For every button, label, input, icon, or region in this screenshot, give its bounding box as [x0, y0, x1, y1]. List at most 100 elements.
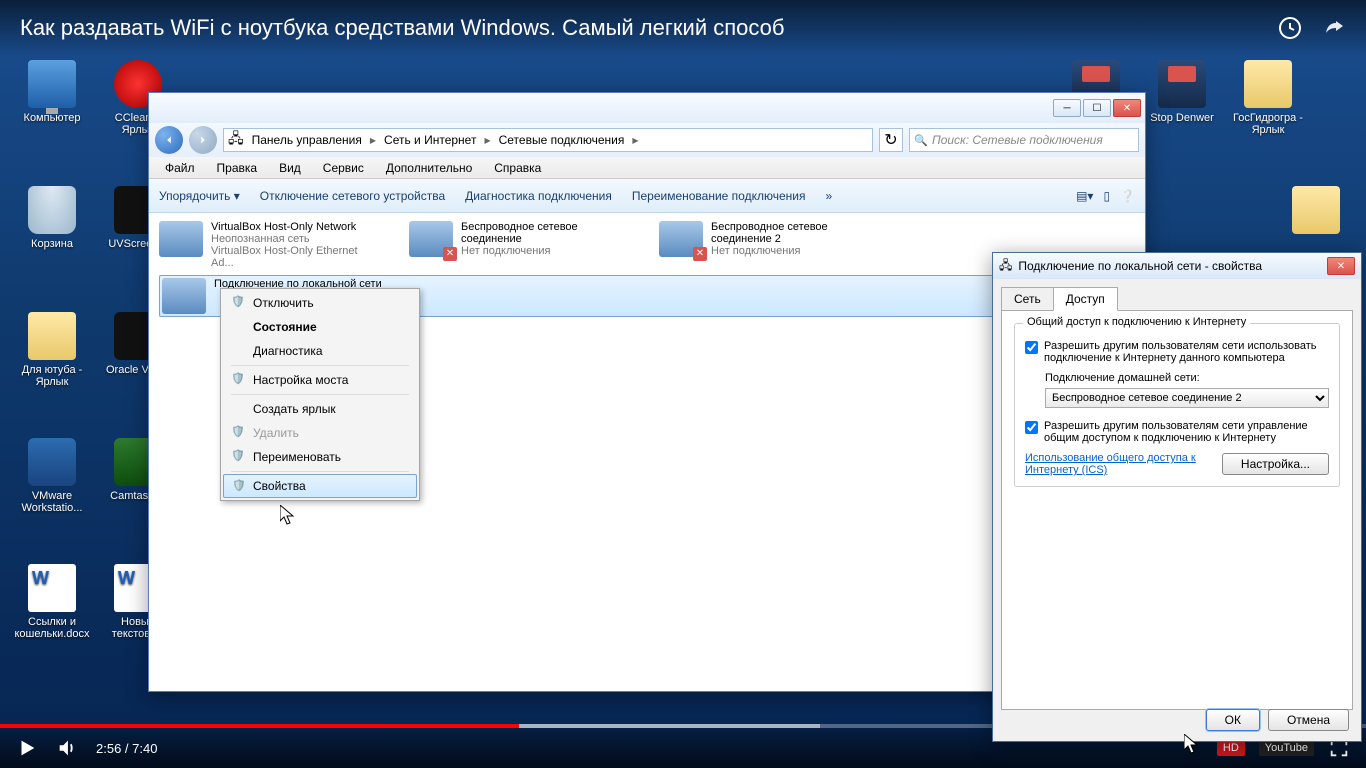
conn-title: VirtualBox Host-Only Network	[211, 221, 379, 233]
breadcrumb-item[interactable]: Сетевые подключения	[493, 129, 631, 151]
disable-device[interactable]: Отключение сетевого устройства	[260, 189, 445, 203]
view-options-icon[interactable]: ▤▾	[1076, 189, 1093, 203]
app-icon	[28, 312, 76, 360]
app-icon	[28, 60, 76, 108]
back-button[interactable]	[155, 126, 183, 154]
play-button[interactable]	[16, 737, 38, 759]
menu-file[interactable]: Файл	[155, 159, 205, 177]
shield-icon: 🛡️	[231, 449, 245, 462]
ok-button[interactable]: ОК	[1206, 709, 1260, 731]
context-menu-item[interactable]: Создать ярлык	[223, 397, 417, 421]
hd-badge[interactable]: HD	[1217, 740, 1245, 756]
desktop-icon[interactable]: Компьютер	[14, 60, 90, 124]
desktop-icon[interactable]: Ссылки и кошельки.docx	[14, 564, 90, 640]
app-icon	[28, 186, 76, 234]
volume-icon[interactable]	[56, 737, 78, 759]
search-input[interactable]: Поиск: Сетевые подключения	[909, 128, 1139, 152]
home-net-label: Подключение домашней сети:	[1045, 372, 1329, 384]
time-display: 2:56 / 7:40	[96, 741, 157, 756]
properties-dialog: 🖧 Подключение по локальной сети - свойст…	[992, 252, 1362, 742]
tabs: Сеть Доступ	[1001, 287, 1353, 311]
menu-view[interactable]: Вид	[269, 159, 311, 177]
preview-pane-icon[interactable]: ▯	[1103, 189, 1110, 203]
dialog-title: Подключение по локальной сети - свойства	[1018, 259, 1262, 273]
dialog-titlebar: 🖧 Подключение по локальной сети - свойст…	[993, 253, 1361, 279]
refresh-button[interactable]: ↻	[879, 128, 903, 152]
help-icon[interactable]: ❔	[1120, 189, 1135, 203]
icon-label: ГосГидрогра - Ярлык	[1230, 112, 1306, 136]
conn-title: Беспроводное сетевое соединение	[461, 221, 629, 245]
share-icon[interactable]	[1322, 16, 1346, 40]
context-menu-item[interactable]: 🛡️Отключить	[223, 291, 417, 315]
shield-icon: 🛡️	[231, 372, 245, 385]
connection-item[interactable]: VirtualBox Host-Only Network Неопознанна…	[159, 221, 379, 269]
conn-status: Неопознанная сеть	[211, 233, 379, 245]
context-menu-item[interactable]: Диагностика	[223, 339, 417, 363]
desktop-icon[interactable]: Stop Denwer	[1144, 60, 1220, 124]
context-menu-item[interactable]: 🛡️Переименовать	[223, 445, 417, 469]
icon-label: Stop Denwer	[1144, 112, 1220, 124]
conn-device: VirtualBox Host-Only Ethernet Ad...	[211, 245, 379, 269]
context-menu: 🛡️ОтключитьСостояниеДиагностика 🛡️Настрой…	[220, 288, 420, 501]
connection-item[interactable]: Беспроводное сетевое соединение 2 Нет по…	[659, 221, 879, 257]
app-icon	[28, 438, 76, 486]
toolbar-overflow[interactable]: »	[825, 189, 832, 203]
desktop-icon[interactable]: Корзина	[14, 186, 90, 250]
tab-panel: Общий доступ к подключению к Интернету Р…	[1001, 310, 1353, 710]
context-menu-item: 🛡️Удалить	[223, 421, 417, 445]
home-net-select[interactable]: Беспроводное сетевое соединение 2	[1045, 388, 1329, 408]
shield-icon: 🛡️	[232, 479, 246, 492]
desktop-icon[interactable]	[1278, 186, 1354, 238]
cancel-button[interactable]: Отмена	[1268, 709, 1349, 731]
tab-network[interactable]: Сеть	[1001, 287, 1054, 311]
desktop-icon[interactable]: Для ютуба - Ярлык	[14, 312, 90, 388]
toolbar: Упорядочить ▾ Отключение сетевого устрой…	[149, 179, 1145, 213]
adapter-icon	[409, 221, 453, 257]
icon-label: Для ютуба - Ярлык	[14, 364, 90, 388]
breadcrumb[interactable]: 🖧 Панель управления▶ Сеть и Интернет▶ Се…	[223, 128, 873, 152]
video-title-bar: Как раздавать WiFi с ноутбука средствами…	[0, 0, 1366, 56]
connection-item[interactable]: Беспроводное сетевое соединение Нет подк…	[409, 221, 629, 257]
ics-help-link[interactable]: Использование общего доступа к Интернету…	[1025, 452, 1212, 476]
allow-share-checkbox[interactable]: Разрешить другим пользователям сети испо…	[1025, 340, 1329, 364]
video-title: Как раздавать WiFi с ноутбука средствами…	[20, 15, 784, 41]
menu-help[interactable]: Справка	[484, 159, 551, 177]
conn-title: Беспроводное сетевое соединение 2	[711, 221, 879, 245]
menu-edit[interactable]: Правка	[207, 159, 268, 177]
dialog-close-button[interactable]: ✕	[1327, 257, 1355, 275]
app-icon	[28, 564, 76, 612]
app-icon	[1292, 186, 1340, 234]
menu-advanced[interactable]: Дополнительно	[376, 159, 482, 177]
diagnose-conn[interactable]: Диагностика подключения	[465, 189, 612, 203]
adapter-icon	[659, 221, 703, 257]
desktop-icon[interactable]: VMware Workstatio...	[14, 438, 90, 514]
organize-menu[interactable]: Упорядочить ▾	[159, 189, 240, 203]
icon-label: Корзина	[14, 238, 90, 250]
shield-icon: 🛡️	[231, 295, 245, 308]
minimize-button[interactable]: ─	[1053, 99, 1081, 117]
tab-sharing[interactable]: Доступ	[1053, 287, 1118, 311]
settings-button[interactable]: Настройка...	[1222, 453, 1329, 475]
app-icon	[1158, 60, 1206, 108]
conn-status: Нет подключения	[711, 245, 879, 257]
context-menu-item[interactable]: 🛡️Свойства	[223, 474, 417, 498]
rename-conn[interactable]: Переименование подключения	[632, 189, 806, 203]
maximize-button[interactable]: ☐	[1083, 99, 1111, 117]
allow-control-checkbox[interactable]: Разрешить другим пользователям сети упра…	[1025, 420, 1329, 444]
explorer-titlebar: ─ ☐ ✕	[149, 93, 1145, 123]
watch-later-icon[interactable]	[1278, 16, 1302, 40]
shield-icon: 🛡️	[231, 425, 245, 438]
breadcrumb-item[interactable]: Панель управления	[246, 129, 368, 151]
ics-group: Общий доступ к подключению к Интернету Р…	[1014, 323, 1340, 487]
desktop-icon[interactable]: ГосГидрогра - Ярлык	[1230, 60, 1306, 136]
context-menu-item[interactable]: Состояние	[223, 315, 417, 339]
close-button[interactable]: ✕	[1113, 99, 1141, 117]
breadcrumb-item[interactable]: Сеть и Интернет	[378, 129, 482, 151]
forward-button[interactable]	[189, 126, 217, 154]
menu-tools[interactable]: Сервис	[313, 159, 374, 177]
icon-label: Ссылки и кошельки.docx	[14, 616, 90, 640]
adapter-icon	[159, 221, 203, 257]
app-icon	[1244, 60, 1292, 108]
context-menu-item[interactable]: 🛡️Настройка моста	[223, 368, 417, 392]
youtube-logo[interactable]: YouTube	[1259, 740, 1314, 756]
